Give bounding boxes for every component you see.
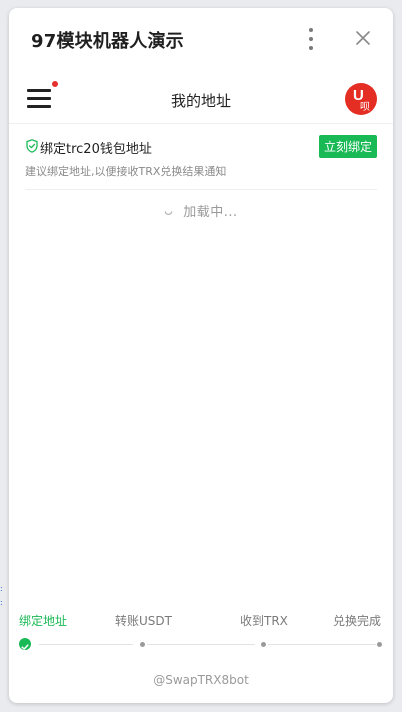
loading-text: 加载中...	[183, 204, 238, 220]
progress-track-3	[268, 644, 376, 645]
page-title: 我的地址	[170, 92, 231, 110]
bind-wallet-title: 绑定trc20钱包地址	[40, 142, 152, 157]
bind-wallet-card: 绑定trc20钱包地址 立刻绑定 建议绑定地址,以便接收TRX兑换结果通知	[25, 126, 377, 190]
app-bar: 我的地址 U 呗	[9, 70, 393, 124]
avatar-sub-text: 呗	[360, 102, 370, 113]
shield-check-icon	[26, 139, 38, 153]
check-circle-icon	[19, 638, 31, 650]
more-options-icon[interactable]	[301, 28, 321, 50]
step-dot-receive	[261, 642, 266, 647]
bind-wallet-tip: 建议绑定地址,以便接收TRX兑换结果通知	[25, 165, 227, 178]
close-icon[interactable]	[353, 28, 373, 48]
step-dot-complete	[377, 642, 382, 647]
loading-indicator: 加载中...	[9, 200, 393, 220]
step-dot-transfer	[140, 642, 145, 647]
bind-now-button[interactable]: 立刻绑定	[319, 135, 377, 158]
step-label-receive: 收到TRX	[240, 614, 288, 628]
window-title: 97模块机器人演示	[31, 31, 184, 52]
mini-app-window: 97模块机器人演示 我的地址 U 呗 绑定trc20钱包地址 立刻绑定 建议绑定…	[9, 8, 393, 703]
progress-track-1	[39, 644, 133, 645]
notification-dot	[52, 81, 58, 87]
step-label-bind: 绑定地址	[19, 614, 68, 628]
avatar[interactable]: U 呗	[345, 83, 377, 115]
window-header: 97模块机器人演示	[9, 8, 393, 70]
exchange-progress: 绑定地址 转账USDT 收到TRX 兑换完成	[9, 612, 393, 652]
spinner-icon	[165, 210, 173, 215]
background-window-edge: ::	[0, 584, 3, 607]
progress-track-2	[147, 644, 255, 645]
step-label-transfer: 转账USDT	[115, 614, 172, 628]
step-label-complete: 兑换完成	[333, 614, 382, 628]
bot-handle[interactable]: @SwapTRX8bot	[9, 673, 393, 687]
